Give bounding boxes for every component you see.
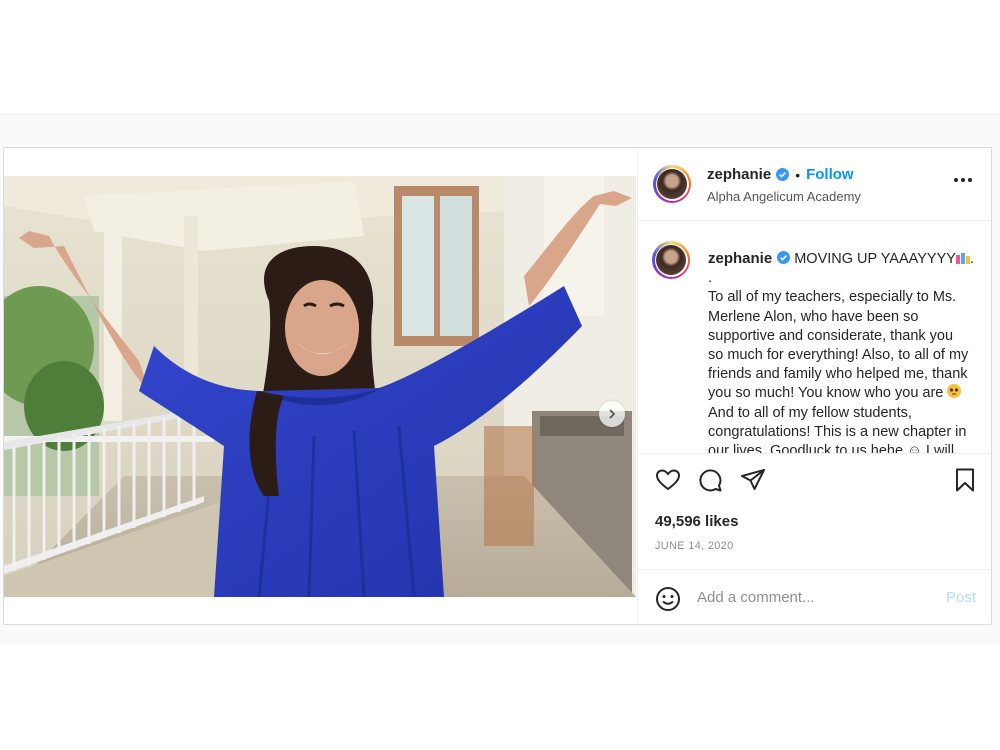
heart-icon[interactable] (654, 466, 682, 494)
action-bar (638, 466, 991, 494)
caption-section: zephanie MOVING UP YAAAYYYY. . To all of… (638, 221, 991, 454)
post-sidebar: zephanie • Follow Alpha Angelicum Academ… (637, 148, 991, 624)
caption-first-line-suffix: . (969, 251, 974, 267)
comment-bar: Add a comment... Post (638, 569, 991, 624)
avatar[interactable] (653, 165, 691, 203)
caption-avatar[interactable] (652, 241, 690, 279)
bookmark-icon[interactable] (951, 466, 979, 494)
caption-username[interactable]: zephanie (708, 250, 772, 267)
graduation-photo (4, 176, 636, 597)
comment-icon[interactable] (696, 466, 724, 494)
post-date[interactable]: JUNE 14, 2020 (655, 540, 734, 552)
comment-input[interactable]: Add a comment... (697, 589, 815, 606)
pleading-face-emoji-icon (947, 384, 962, 399)
caption-line: Merlene Alon, who have been so (708, 308, 919, 325)
verified-badge-icon (776, 168, 790, 181)
like-count[interactable]: 49,596 likes (655, 513, 738, 530)
more-options-icon[interactable] (954, 178, 972, 182)
share-icon[interactable] (739, 466, 767, 494)
caption-dot-line: . (708, 270, 713, 287)
verified-badge-icon (777, 251, 791, 264)
emoji-smile-icon[interactable] (655, 586, 681, 612)
caption-line: To all of my teachers, especially to Ms. (708, 289, 957, 306)
caption-line: congratulations! This is a new chapter i… (708, 423, 967, 440)
post-header: zephanie • Follow Alpha Angelicum Academ… (638, 148, 991, 221)
separator-dot: • (795, 166, 801, 183)
header-username[interactable]: zephanie (707, 166, 771, 183)
caption-line: supportive and considerate, thank you (708, 327, 954, 344)
caption-line: so much for everything! Also, to all of … (708, 347, 969, 364)
caption-line: friends and family who helped me, thank (708, 366, 968, 383)
post-comment-button[interactable]: Post (946, 589, 976, 606)
caption-text: zephanie MOVING UP YAAAYYYY. . To all of… (708, 249, 980, 454)
post-location[interactable]: Alpha Angelicum Academy (707, 189, 861, 204)
chevron-right-icon (609, 409, 616, 419)
instagram-post: zephanie • Follow Alpha Angelicum Academ… (3, 147, 992, 625)
caption-line: And to all of my fellow students, (708, 404, 912, 421)
follow-button[interactable]: Follow (806, 166, 854, 183)
party-emoji-icon (955, 253, 970, 264)
caption-first-line: MOVING UP YAAAYYYY (794, 251, 956, 267)
post-photo[interactable] (4, 176, 636, 597)
carousel-next-button[interactable] (599, 401, 625, 427)
caption-line: you so much! You know who you are (708, 385, 944, 402)
caption-line: our lives. Goodluck to us hehe ☺ I will (708, 443, 955, 454)
